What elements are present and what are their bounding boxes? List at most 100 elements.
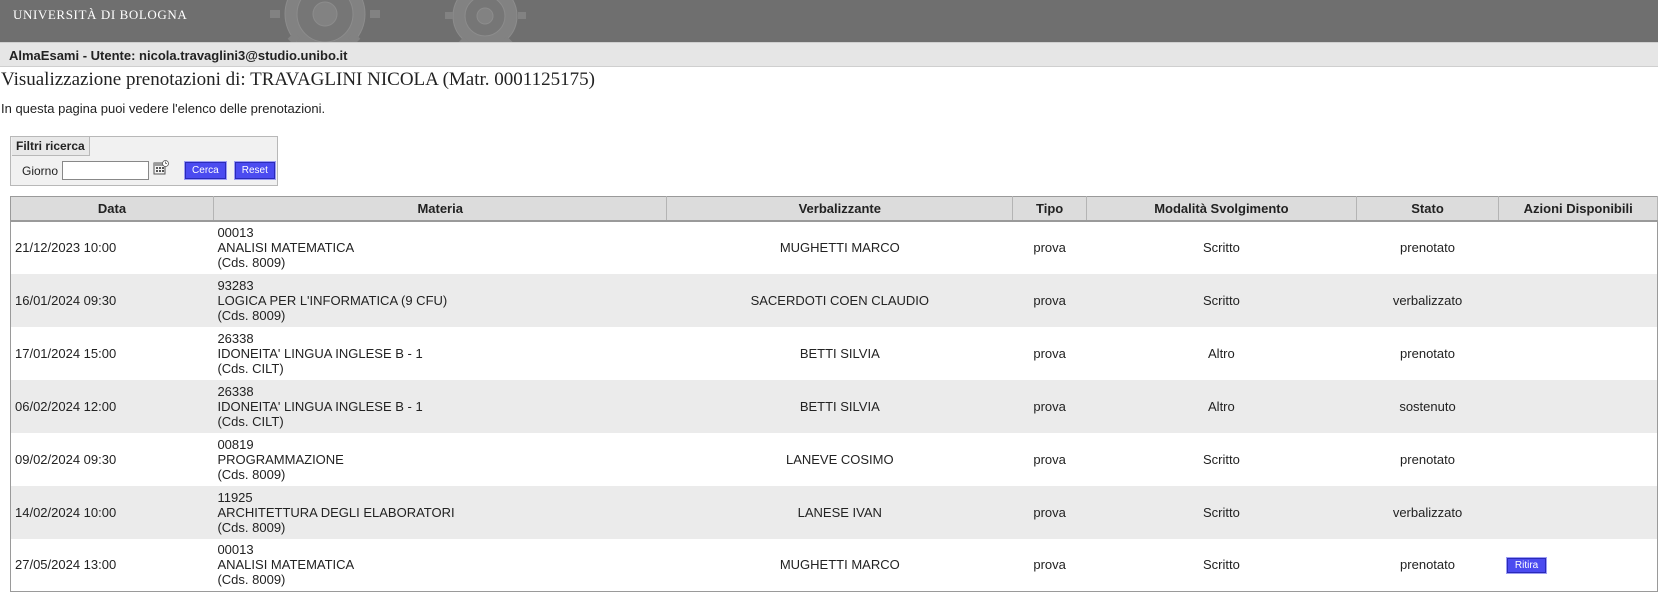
course-code: 26338 <box>217 330 254 346</box>
giorno-label: Giorno <box>22 163 59 178</box>
column-header-azioni: Azioni Disponibili <box>1498 196 1658 222</box>
course-name: IDONEITA' LINGUA INGLESE B - 1 <box>217 398 423 414</box>
reset-button[interactable]: Reset <box>233 161 276 180</box>
page-title: Visualizzazione prenotazioni di: TRAVAGL… <box>1 69 595 90</box>
cell-materia: 93283 LOGICA PER L'INFORMATICA (9 CFU) (Cd… <box>213 273 667 327</box>
course-cds: (Cds. CILT) <box>217 360 284 376</box>
cell-data: 06/02/2024 12:00 <box>10 379 214 433</box>
course-code: 00013 <box>217 542 254 558</box>
cell-stato: prenotato <box>1356 538 1499 592</box>
cell-verbalizzante: LANEVE COSIMO <box>666 432 1013 486</box>
gears-decoration-icon <box>270 0 526 42</box>
cell-verbalizzante: MUGHETTI MARCO <box>666 538 1013 592</box>
cell-azioni <box>1498 485 1658 539</box>
course-name: PROGRAMMAZIONE <box>217 451 344 467</box>
column-header-verbalizzante[interactable]: Verbalizzante <box>666 196 1014 222</box>
filter-legend: Filtri ricerca <box>12 137 90 156</box>
course-cds: (Cds. 8009) <box>217 572 286 588</box>
course-code: 93283 <box>217 277 254 293</box>
cell-tipo: prova <box>1012 379 1087 433</box>
cell-stato: verbalizzato <box>1356 485 1499 539</box>
intro-text: In questa pagina puoi vedere l'elenco de… <box>1 101 326 116</box>
cell-azioni <box>1498 379 1658 433</box>
cell-modalita: Altro <box>1086 379 1357 433</box>
ritira-button[interactable]: Ritira <box>1505 557 1548 575</box>
cell-materia: 11925 ARCHITETTURA DEGLI ELABORATORI (Cds.… <box>213 485 667 539</box>
cell-data: 16/01/2024 09:30 <box>10 273 214 327</box>
column-header-materia[interactable]: Materia <box>213 196 668 222</box>
cell-modalita: Scritto <box>1086 538 1357 592</box>
table-row: 06/02/2024 12:00 26338 IDONEITA' LINGUA IN… <box>10 379 1658 433</box>
university-logo-text: UNIVERSITÀ DI BOLOGNA <box>13 7 188 22</box>
cell-materia: 00013 ANALISI MATEMATICA (Cds. 8009) <box>213 538 667 592</box>
cell-verbalizzante: BETTI SILVIA <box>666 379 1013 433</box>
column-header-data[interactable]: Data <box>10 196 214 222</box>
cell-data: 09/02/2024 09:30 <box>10 432 214 486</box>
cell-materia: 26338 IDONEITA' LINGUA INGLESE B - 1 (Cds.… <box>213 326 667 380</box>
cell-azioni <box>1498 432 1658 486</box>
cell-data: 27/05/2024 13:00 <box>10 538 214 592</box>
table-row: 27/05/2024 13:00 00013 ANALISI MATEMATICA(… <box>10 538 1658 592</box>
course-cds: (Cds. 8009) <box>217 466 286 482</box>
cell-stato: sostenuto <box>1356 379 1499 433</box>
top-banner: UNIVERSITÀ DI BOLOGNA <box>0 0 1658 42</box>
calendar-icon[interactable] <box>153 159 169 176</box>
column-header-stato[interactable]: Stato <box>1356 196 1500 222</box>
course-cds: (Cds. CILT) <box>217 413 284 429</box>
table-row: 16/01/2024 09:30 93283 LOGICA PER L'INFORM… <box>10 273 1658 327</box>
course-code: 00013 <box>217 225 254 240</box>
cell-modalita: Scritto <box>1086 220 1357 274</box>
cell-tipo: prova <box>1012 538 1087 592</box>
cell-modalita: Scritto <box>1086 432 1357 486</box>
cell-tipo: prova <box>1012 273 1087 327</box>
course-cds: (Cds. 8009) <box>217 255 286 270</box>
course-code: 26338 <box>217 383 254 399</box>
cell-materia: 26338 IDONEITA' LINGUA INGLESE B - 1 (Cds.… <box>213 379 667 433</box>
column-header-tipo[interactable]: Tipo <box>1012 196 1088 222</box>
search-button[interactable]: Cerca <box>184 161 227 180</box>
cell-modalita: Altro <box>1086 326 1357 380</box>
cell-verbalizzante: BETTI SILVIA <box>666 326 1013 380</box>
cell-data: 14/02/2024 10:00 <box>10 485 214 539</box>
course-name: LOGICA PER L'INFORMATICA (9 CFU) <box>217 292 448 308</box>
cell-materia: 00013 ANALISI MATEMATICA (Cds. 8009) <box>213 220 667 274</box>
cell-tipo: prova <box>1012 485 1087 539</box>
cell-stato: prenotato <box>1356 220 1499 274</box>
cell-tipo: prova <box>1012 432 1087 486</box>
table-header-row: Data Materia Verbalizzante Tipo Modalità… <box>10 196 1658 222</box>
column-header-modalita[interactable]: Modalità Svolgimento <box>1086 196 1357 222</box>
cell-azioni <box>1498 220 1658 274</box>
table-row: 09/02/2024 09:30 00819 PROGRAMMAZIONE (Cds.… <box>10 432 1658 486</box>
table-body: 21/12/2023 10:00 00013 ANALISI MATEMATICA(… <box>10 220 1658 592</box>
cell-verbalizzante: LANESE IVAN <box>666 485 1013 539</box>
cell-stato: prenotato <box>1356 326 1499 380</box>
cell-modalita: Scritto <box>1086 273 1357 327</box>
cell-stato: verbalizzato <box>1356 273 1499 327</box>
filter-panel: Filtri ricerca Giorno Cerca Reset <box>10 136 278 186</box>
cell-azioni: Ritira <box>1498 538 1658 592</box>
course-code: 00819 <box>217 436 254 452</box>
cell-stato: prenotato <box>1356 432 1499 486</box>
course-cds: (Cds. 8009) <box>217 519 286 535</box>
course-name: IDONEITA' LINGUA INGLESE B - 1 <box>217 345 423 361</box>
course-name: ANALISI MATEMATICA <box>217 240 355 255</box>
table-row: 14/02/2024 10:00 11925 ARCHITETTURA DEGLI … <box>10 485 1658 539</box>
reservations-table: Data Materia Verbalizzante Tipo Modalità… <box>10 196 1658 592</box>
cell-tipo: prova <box>1012 220 1087 274</box>
filter-row: Giorno Cerca Reset <box>22 159 276 180</box>
cell-azioni <box>1498 273 1658 327</box>
app-bar: AlmaEsami - Utente: nicola.travaglini3@s… <box>0 42 1658 67</box>
cell-verbalizzante: SACERDOTI COEN CLAUDIO <box>666 273 1013 327</box>
cell-tipo: prova <box>1012 326 1087 380</box>
cell-azioni <box>1498 326 1658 380</box>
cell-verbalizzante: MUGHETTI MARCO <box>666 220 1013 274</box>
course-code: 11925 <box>217 489 253 505</box>
cell-materia: 00819 PROGRAMMAZIONE (Cds. 8009) <box>213 432 667 486</box>
course-name: ARCHITETTURA DEGLI ELABORATORI <box>217 504 455 520</box>
cell-data: 21/12/2023 10:00 <box>10 220 214 274</box>
table-row: 21/12/2023 10:00 00013 ANALISI MATEMATICA(… <box>10 220 1658 274</box>
giorno-input[interactable] <box>62 161 150 180</box>
course-name: ANALISI MATEMATICA <box>217 557 355 573</box>
cell-modalita: Scritto <box>1086 485 1357 539</box>
cell-data: 17/01/2024 15:00 <box>10 326 214 380</box>
